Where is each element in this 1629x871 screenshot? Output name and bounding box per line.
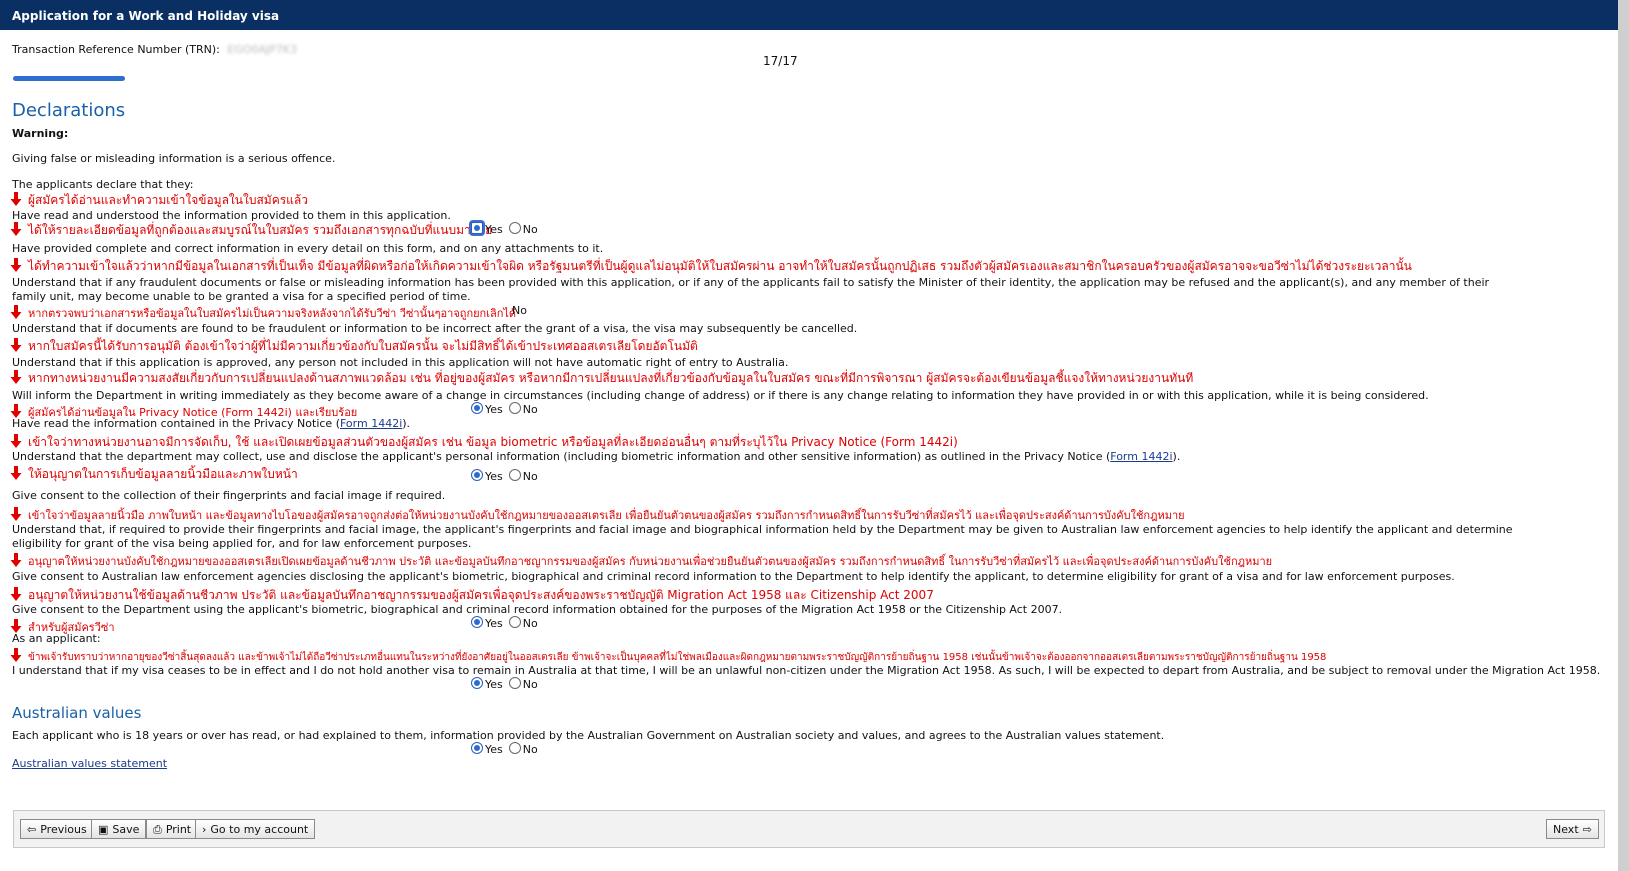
australian-values-heading: Australian values bbox=[12, 704, 142, 722]
previous-button[interactable]: ⇦ Previous bbox=[20, 819, 94, 839]
thai-note: ได้ให้รายละเอียดข้อมูลที่ถูกต้องและสมบูร… bbox=[10, 221, 492, 240]
radio-group: Yes No bbox=[471, 677, 538, 691]
go-to-my-account-button[interactable]: › Go to my account bbox=[195, 819, 316, 839]
floppy-disk-icon: ▣ bbox=[98, 823, 109, 836]
red-arrow-down-icon bbox=[10, 305, 22, 319]
declaration-text: Give consent to the Department using the… bbox=[12, 603, 1063, 616]
trn-value: EGO0AJP7K3 bbox=[227, 43, 298, 56]
red-arrow-down-icon bbox=[10, 370, 22, 384]
chevron-right-icon: › bbox=[202, 823, 207, 836]
thai-note: หากใบสมัครนี้ได้รับการอนุมัติ ต้องเข้าใจ… bbox=[10, 337, 698, 356]
window-titlebar: Application for a Work and Holiday visa bbox=[0, 0, 1618, 30]
no-radio[interactable] bbox=[508, 677, 521, 689]
red-arrow-down-icon bbox=[10, 619, 22, 633]
declaration-text: Have provided complete and correct infor… bbox=[12, 242, 604, 255]
declaration-text: Give consent to Australian law enforceme… bbox=[12, 570, 1455, 583]
declarations-heading: Declarations bbox=[12, 100, 126, 121]
declaration-text: Give consent to the collection of their … bbox=[12, 489, 446, 502]
yes-radio[interactable] bbox=[471, 402, 483, 414]
bottom-toolbar: ⇦ Previous ▣ Save ⎙ Print › Go to my account… bbox=[13, 810, 1605, 848]
radio-group: Yes No bbox=[471, 616, 538, 630]
radio-group: Yes No bbox=[471, 742, 538, 756]
thai-note: เข้าใจว่าข้อมูลลายนิ้วมือ ภาพใบหน้า และข… bbox=[10, 506, 1185, 524]
radio-group: Yes No bbox=[471, 402, 538, 416]
window-title: Application for a Work and Holiday visa bbox=[12, 9, 280, 23]
red-arrow-down-icon bbox=[10, 507, 22, 521]
thai-note: หากตรวจพบว่าเอกสารหรือข้อมูลในใบสมัครไม่… bbox=[10, 304, 516, 322]
radio-group: No bbox=[512, 304, 527, 317]
red-arrow-down-icon bbox=[10, 434, 22, 448]
page-indicator: 17/17 bbox=[763, 54, 798, 68]
thai-note: ข้าพเจ้ารับทราบว่าหากอายุของวีซ่าสิ้นสุด… bbox=[10, 648, 1326, 665]
warning-text: Giving false or misleading information i… bbox=[12, 152, 336, 165]
red-arrow-down-icon bbox=[10, 192, 22, 206]
declaration-text: Understand that, if required to provide … bbox=[12, 523, 1513, 550]
no-radio[interactable] bbox=[508, 402, 521, 414]
print-button[interactable]: ⎙ Print bbox=[146, 819, 199, 839]
declaration-text: I understand that if my visa ceases to b… bbox=[12, 664, 1601, 677]
thai-note: ให้อนุญาตในการเก็บข้อมูลลายนิ้วมือและภาพ… bbox=[10, 465, 298, 484]
thai-note: ได้ทำความเข้าใจแล้วว่าหากมีข้อมูลในเอกสา… bbox=[10, 257, 1412, 276]
red-arrow-down-icon bbox=[10, 587, 22, 601]
no-radio[interactable] bbox=[508, 742, 521, 754]
declaration-intro: The applicants declare that they: bbox=[12, 178, 194, 191]
save-button[interactable]: ▣ Save bbox=[91, 819, 147, 839]
no-radio-label[interactable]: No bbox=[512, 304, 527, 317]
declaration-text: Understand that if any fraudulent docume… bbox=[12, 276, 1490, 303]
red-arrow-down-icon bbox=[10, 258, 22, 272]
declaration-text: Understand that if this application is a… bbox=[12, 356, 789, 369]
window-scrollbar[interactable] bbox=[1618, 0, 1629, 871]
warning-label: Warning: bbox=[12, 127, 69, 140]
form-1442i-link[interactable]: Form 1442i bbox=[340, 417, 402, 430]
red-arrow-down-icon bbox=[10, 648, 22, 662]
application-window: Application for a Work and Holiday visa … bbox=[0, 0, 1618, 871]
yes-radio[interactable] bbox=[471, 469, 483, 481]
declaration-text: Understand that if documents are found t… bbox=[12, 322, 858, 335]
australian-values-statement-link[interactable]: Australian values statement bbox=[12, 757, 167, 770]
progress-bar bbox=[13, 76, 125, 81]
trn-label: Transaction Reference Number (TRN): bbox=[12, 43, 220, 56]
printer-icon: ⎙ bbox=[153, 823, 162, 836]
red-arrow-down-icon bbox=[10, 466, 22, 480]
red-arrow-down-icon bbox=[10, 404, 22, 418]
radio-group: Yes No bbox=[471, 222, 538, 236]
red-arrow-down-icon bbox=[10, 222, 22, 236]
yes-radio[interactable] bbox=[471, 677, 483, 689]
yes-radio[interactable] bbox=[471, 616, 483, 628]
arrow-right-icon: ⇨ bbox=[1582, 823, 1592, 836]
declaration-text: As an applicant: bbox=[12, 632, 101, 645]
yes-radio[interactable] bbox=[471, 222, 483, 234]
thai-note: หากทางหน่วยงานมีความสงสัยเกี่ยวกับการเปล… bbox=[10, 369, 1193, 388]
thai-note: ผู้สมัครได้อ่านและทำความเข้าใจข้อมูลในใบ… bbox=[10, 191, 308, 210]
declaration-text: Have read the information contained in t… bbox=[12, 417, 411, 430]
red-arrow-down-icon bbox=[10, 338, 22, 352]
yes-radio[interactable] bbox=[471, 742, 483, 754]
declaration-text: Understand that the department may colle… bbox=[12, 450, 1181, 463]
radio-group: Yes No bbox=[471, 469, 538, 483]
thai-note: อนุญาตให้หน่วยงานบังคับใช้กฎหมายของออสเต… bbox=[10, 552, 1272, 570]
australian-values-text: Each applicant who is 18 years or over h… bbox=[12, 729, 1165, 742]
declaration-text: Will inform the Department in writing im… bbox=[12, 389, 1429, 402]
trn-row: Transaction Reference Number (TRN): EGO0… bbox=[12, 43, 297, 56]
no-radio[interactable] bbox=[508, 616, 521, 628]
form-1442i-link[interactable]: Form 1442i bbox=[1110, 450, 1172, 463]
red-arrow-down-icon bbox=[10, 553, 22, 567]
no-radio[interactable] bbox=[508, 222, 521, 234]
no-radio[interactable] bbox=[508, 469, 521, 481]
next-button[interactable]: Next ⇨ bbox=[1546, 819, 1599, 839]
arrow-left-icon: ⇦ bbox=[27, 823, 37, 836]
